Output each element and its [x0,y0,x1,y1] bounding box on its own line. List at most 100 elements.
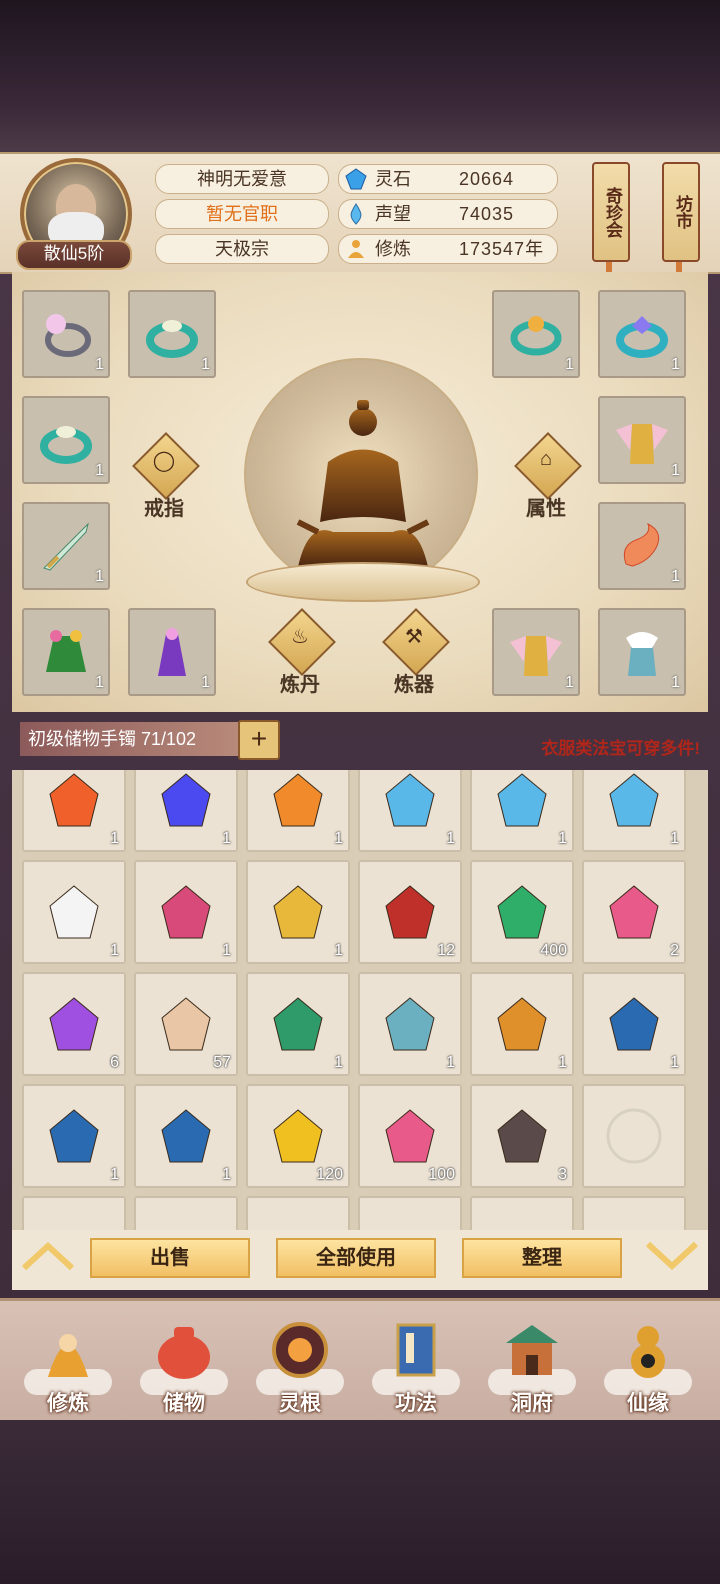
inventory-slot[interactable]: 1 [246,860,350,964]
nav-fortune[interactable]: 仙缘 [598,1309,698,1419]
equip-slot[interactable]: 1 [22,396,110,484]
item-count: 1 [110,830,119,847]
inventory-slot[interactable]: 400 [470,860,574,964]
attributes-button[interactable]: ⌂ 属性 [514,432,582,520]
inventory-slot[interactable]: 6 [22,972,126,1076]
inventory-slot[interactable]: 1 [134,770,238,852]
nav-spirit-root[interactable]: 灵根 [250,1309,350,1419]
jade-ring-icon [40,426,92,464]
winged-armor-icon [616,424,668,464]
player-header: 散仙5阶 神明无爱意 暂无官职 天极宗 灵石 20664 声望 74035 修炼… [0,152,720,292]
treasure-auction-button[interactable]: 奇珍会 [592,162,630,262]
rings-button[interactable]: ◯ 戒指 [132,432,200,520]
pearl-ring-icon [45,314,91,357]
scroll-down-icon[interactable] [642,1238,702,1274]
equip-slot[interactable]: 1 [492,608,580,696]
sell-button[interactable]: 出售 [90,1238,250,1278]
expand-storage-button[interactable]: + [238,720,280,760]
item-count: 1 [95,462,104,479]
player-name: 神明无爱意 [155,164,329,194]
inventory-slot[interactable]: 1 [582,770,686,852]
fire-ring-icon [273,773,323,827]
inventory-slot[interactable] [582,1196,686,1230]
equip-slot[interactable]: 1 [492,290,580,378]
sort-button[interactable]: 整理 [462,1238,622,1278]
sword-icon [43,522,89,571]
winged-armor-icon [510,636,562,676]
inventory-slot[interactable]: 1 [22,770,126,852]
equip-slot[interactable]: 1 [22,502,110,590]
item-count: 1 [334,830,343,847]
storage-bag-icon [158,1327,210,1379]
item-count: 1 [446,1054,455,1071]
nav-storage[interactable]: 储物 [134,1309,234,1419]
bottom-nav: 修炼 储物 灵根 功法 洞府 仙缘 [0,1298,720,1426]
inventory-slot[interactable]: 1 [358,770,462,852]
inventory-slot[interactable]: 57 [134,972,238,1076]
inventory-slot[interactable]: 1 [246,972,350,1076]
attributes-label: 属性 [526,498,566,520]
inventory-slot[interactable] [246,1196,350,1230]
item-count: 1 [222,1166,231,1183]
prestige-value: 74035 [459,204,515,224]
water-drop-icon [385,773,435,827]
inventory-slot[interactable] [358,1196,462,1230]
inventory-slot[interactable]: 1 [470,770,574,852]
inventory-slot[interactable]: 1 [582,972,686,1076]
inventory-slot[interactable]: 1 [470,972,574,1076]
cultivation-value: 173547年 [459,239,545,259]
item-count: 1 [334,942,343,959]
item-count: 1 [446,830,455,847]
inventory-slot[interactable]: 120 [246,1084,350,1188]
equip-slot[interactable]: 1 [598,396,686,484]
item-count: 1 [671,674,680,691]
official-title: 暂无官职 [155,199,329,229]
market-button[interactable]: 坊市 [662,162,700,262]
cultivation-resource: 修炼 173547年 [338,234,558,264]
inventory-slot[interactable] [134,1196,238,1230]
inventory-slot[interactable] [470,1196,574,1230]
equip-slot[interactable]: 1 [598,502,686,590]
inventory-slot[interactable] [22,1196,126,1230]
item-count: 1 [565,356,574,373]
cave-abode-icon [506,1325,558,1375]
inventory-slot[interactable]: 3 [470,1084,574,1188]
inventory-actions: 出售 全部使用 整理 [12,1230,708,1290]
equip-slot[interactable]: 1 [22,608,110,696]
use-all-button[interactable]: 全部使用 [276,1238,436,1278]
item-count: 400 [540,942,567,959]
paper-scroll-icon [161,997,211,1051]
nav-cave-abode[interactable]: 洞府 [482,1309,582,1419]
scroll-icon [609,885,659,939]
bottom-background [0,1420,720,1584]
inventory-slot[interactable]: 1 [358,972,462,1076]
inventory-slot[interactable] [582,1084,686,1188]
equip-slot[interactable]: 1 [22,290,110,378]
equip-slot[interactable]: 1 [598,608,686,696]
inventory-slot[interactable]: 1 [22,860,126,964]
alchemy-button[interactable]: ♨ 炼丹 [268,608,336,696]
inventory-slot[interactable]: 12 [358,860,462,964]
nav-label: 修炼 [47,1392,89,1415]
equip-slot[interactable]: 1 [128,608,216,696]
blue-robe-icon [609,997,659,1051]
inventory-slot[interactable]: 1 [246,770,350,852]
inventory-slot[interactable]: 2 [582,860,686,964]
storage-title: 初级储物手镯 [28,729,136,749]
equip-slot[interactable]: 1 [128,290,216,378]
inventory-slot[interactable]: 1 [22,1084,126,1188]
scroll-up-icon[interactable] [18,1238,78,1274]
forging-button[interactable]: ⚒ 炼器 [382,608,450,696]
jade-ring-icon [146,320,198,358]
inventory-slot[interactable]: 100 [358,1084,462,1188]
nav-label: 仙缘 [627,1392,669,1415]
inventory-slot[interactable]: 1 [134,1084,238,1188]
item-count: 1 [671,356,680,373]
item-count: 1 [671,568,680,585]
pedestal [246,562,480,602]
item-count: 1 [565,674,574,691]
nav-cultivate[interactable]: 修炼 [18,1309,118,1419]
equip-slot[interactable]: 1 [598,290,686,378]
inventory-slot[interactable]: 1 [134,860,238,964]
nav-technique[interactable]: 功法 [366,1309,466,1419]
